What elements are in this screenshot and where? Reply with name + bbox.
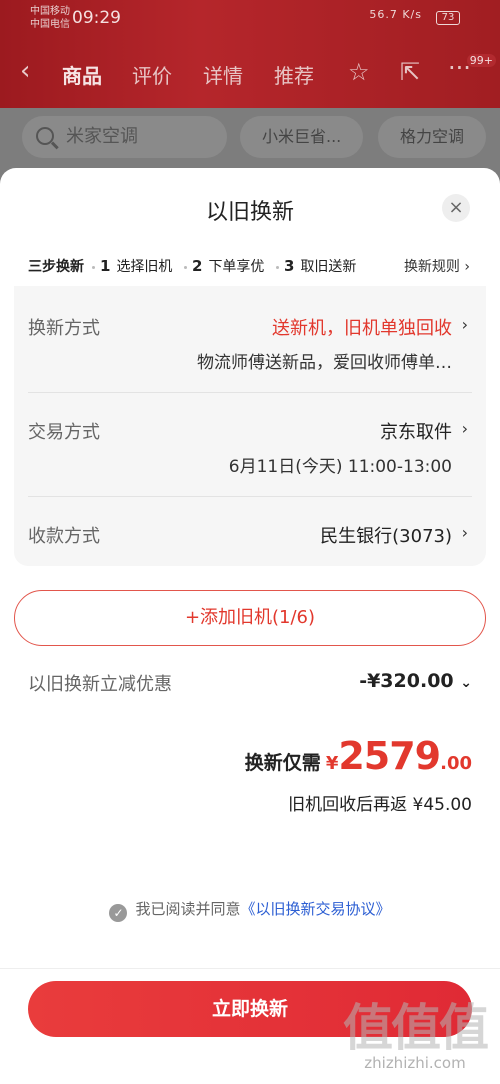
- divider: [28, 392, 472, 393]
- watermark-logo: 值值值 zhizhizhi.com: [340, 988, 490, 1072]
- step-number: 1: [100, 257, 111, 275]
- footer-divider: [0, 968, 500, 969]
- chevron-right-icon[interactable]: ›: [462, 523, 468, 542]
- tab-recommend[interactable]: 推荐: [274, 60, 314, 89]
- trade-label: 交易方式: [28, 422, 100, 443]
- product-navbar: ‹ 商品 评价 详情 推荐 ☆ ⇱ ···: [0, 48, 500, 98]
- trade-in-rules-link[interactable]: 换新规则 ›: [404, 256, 470, 276]
- back-icon[interactable]: ‹: [20, 56, 30, 86]
- carrier-info: 中国移动 中国电信: [30, 5, 70, 31]
- close-icon[interactable]: ×: [442, 194, 470, 222]
- method-description: 物流师傅送新品，爱回收师傅单…: [197, 353, 452, 373]
- payment-value[interactable]: 民生银行(3073): [320, 522, 452, 548]
- tab-product[interactable]: 商品: [62, 60, 102, 89]
- step-label: 选择旧机: [116, 259, 173, 275]
- sheet-title: 以旧换新: [205, 200, 294, 225]
- carrier-1: 中国移动: [30, 6, 70, 17]
- agreement-link[interactable]: 《以旧换新交易协议》: [241, 900, 391, 918]
- share-icon[interactable]: ⇱: [400, 58, 420, 86]
- chevron-right-icon[interactable]: ›: [462, 315, 468, 334]
- step-1: 1 选择旧机: [100, 256, 172, 276]
- step-2: 2 下单享优: [192, 256, 264, 276]
- discount-label: 以旧换新立减优惠: [28, 674, 172, 695]
- chevron-down-icon[interactable]: ⌄: [460, 675, 472, 691]
- search-input[interactable]: 米家空调: [22, 116, 227, 158]
- step-number: 3: [284, 257, 295, 275]
- rebate-note: 旧机回收后再返 ¥45.00: [288, 795, 472, 815]
- search-chip[interactable]: 格力空调: [378, 116, 487, 158]
- agreement-row: ✓ 我已阅读并同意《以旧换新交易协议》: [0, 898, 500, 922]
- status-bar: 中国移动 中国电信 09:29 56.7 K/s 73: [0, 0, 500, 36]
- total-label: 换新仅需: [244, 752, 321, 774]
- steps-label: 三步换新: [28, 259, 84, 275]
- search-placeholder: 米家空调: [66, 126, 138, 147]
- divider: [28, 496, 472, 497]
- total-integer: 2579: [338, 734, 441, 778]
- total-price: 换新仅需 ¥2579.00: [245, 734, 472, 782]
- checkbox-checked-icon[interactable]: ✓: [109, 904, 128, 922]
- discount-amount: -¥320.00: [359, 670, 454, 692]
- tab-details[interactable]: 详情: [203, 60, 243, 89]
- search-row: 米家空调 小米巨省... 格力空调: [0, 112, 500, 162]
- carrier-2: 中国电信: [30, 19, 70, 30]
- add-old-device-button[interactable]: +添加旧机(1/6): [14, 590, 486, 646]
- step-dot: [276, 266, 279, 269]
- total-currency: ¥: [325, 753, 339, 774]
- step-number: 2: [192, 257, 203, 275]
- method-label: 换新方式: [28, 318, 100, 339]
- message-badge: 99+: [466, 54, 496, 67]
- step-dot: [184, 266, 187, 269]
- trade-in-sheet: 以旧换新 × 三步换新 1 选择旧机 2 下单享优 3 取旧送新 换新规则 › 换新方…: [0, 168, 500, 1084]
- search-chip[interactable]: 小米巨省...: [240, 116, 364, 158]
- steps-bar: 三步换新 1 选择旧机 2 下单享优 3 取旧送新 换新规则 ›: [0, 252, 500, 282]
- total-decimal: .00: [440, 753, 472, 774]
- method-value[interactable]: 送新机，旧机单独回收: [272, 314, 452, 340]
- star-icon[interactable]: ☆: [348, 58, 370, 86]
- watermark-glyphs: 值值值: [343, 999, 489, 1057]
- tab-reviews[interactable]: 评价: [132, 60, 172, 89]
- discount-value[interactable]: -¥320.00 ⌄: [359, 670, 472, 692]
- chevron-right-icon[interactable]: ›: [462, 419, 468, 438]
- step-label: 取旧送新: [300, 259, 357, 275]
- step-label: 下单享优: [208, 259, 265, 275]
- step-3: 3 取旧送新: [284, 256, 356, 276]
- battery-icon: 73: [436, 11, 460, 25]
- step-dot: [92, 266, 95, 269]
- trade-in-options-card: 换新方式 送新机，旧机单独回收 › 物流师傅送新品，爱回收师傅单… 交易方式 京…: [14, 286, 486, 566]
- net-speed: 56.7 K/s: [369, 8, 422, 21]
- pickup-time: 6月11日(今天) 11:00-13:00: [228, 457, 452, 477]
- search-icon: [36, 127, 54, 145]
- trade-value[interactable]: 京东取件: [380, 418, 452, 444]
- clock: 09:29: [72, 8, 121, 28]
- payment-label: 收款方式: [28, 526, 100, 547]
- agreement-text: 我已阅读并同意: [135, 900, 241, 918]
